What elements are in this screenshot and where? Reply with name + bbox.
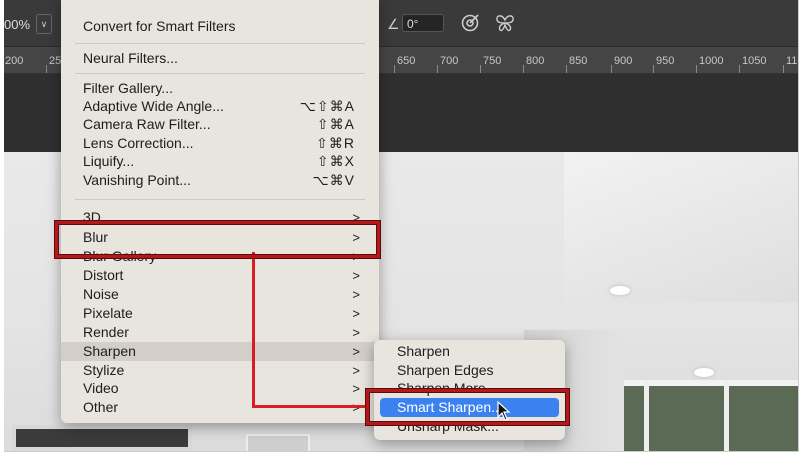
menu-item-video[interactable]: Video >	[61, 379, 379, 398]
window-frame	[724, 380, 729, 451]
chevron-right-icon: >	[352, 268, 360, 283]
menu-item-shortcut: ⇧⌘X	[316, 153, 355, 169]
chevron-right-icon: >	[352, 325, 360, 340]
menu-item-label: Filter Gallery...	[83, 80, 173, 96]
zoom-control[interactable]: 00% ∨	[4, 14, 53, 34]
menu-item-label: Neural Filters...	[83, 50, 178, 66]
butterfly-icon[interactable]	[494, 12, 516, 34]
connector-line	[252, 252, 255, 408]
chevron-right-icon: >	[352, 363, 360, 378]
menu-item-neural-filters[interactable]: Neural Filters...	[61, 49, 379, 68]
ruler-tick-mark	[696, 65, 697, 73]
connector-line	[252, 405, 370, 408]
menu-item-stylize[interactable]: Stylize >	[61, 361, 379, 380]
submenu-item-sharpen-edges[interactable]: Sharpen Edges	[380, 361, 559, 380]
menu-item-distort[interactable]: Distort >	[61, 266, 379, 285]
ruler-tick-label: 700	[440, 55, 459, 67]
ruler-tick-label: 110	[786, 55, 798, 67]
menu-item-label: Other	[83, 399, 119, 415]
zoom-value: 00%	[4, 16, 31, 32]
menu-item-vanishing-point[interactable]: Vanishing Point... ⌥⌘V	[61, 171, 379, 190]
ruler-tick-label: 750	[483, 55, 502, 67]
menu-item-shortcut: ⌥⇧⌘A	[299, 98, 355, 114]
ruler-tick-label: 850	[569, 55, 588, 67]
chevron-right-icon: >	[352, 344, 360, 359]
ceiling-beam	[564, 152, 798, 302]
angle-icon: ∠	[387, 16, 400, 32]
menu-item-filter-gallery[interactable]: Filter Gallery...	[61, 79, 379, 98]
menu-item-liquify[interactable]: Liquify... ⇧⌘X	[61, 152, 379, 171]
ruler-tick-label: 1000	[699, 55, 724, 67]
menu-item-convert-smart-filters[interactable]: Convert for Smart Filters	[61, 17, 379, 36]
ruler-tick-mark	[523, 65, 524, 73]
ceiling-light	[610, 286, 630, 295]
ruler-tick-mark	[611, 65, 612, 73]
mouse-pointer-icon	[497, 401, 511, 421]
submenu-item-sharpen[interactable]: Sharpen	[380, 342, 559, 361]
ruler-tick-label: 650	[397, 55, 416, 67]
chevron-right-icon: >	[352, 306, 360, 321]
target-icon[interactable]	[459, 12, 481, 34]
angle-field[interactable]: 0°	[402, 14, 444, 32]
ruler-tick-mark	[566, 65, 567, 73]
menu-item-camera-raw-filter[interactable]: Camera Raw Filter... ⇧⌘A	[61, 115, 379, 134]
menu-item-render[interactable]: Render >	[61, 323, 379, 342]
submenu-item-label: Sharpen Edges	[397, 362, 494, 378]
menu-item-shortcut: ⇧⌘R	[316, 135, 355, 151]
filter-menu: Convert for Smart Filters Neural Filters…	[61, 0, 379, 423]
ruler-tick-label: 950	[656, 55, 675, 67]
ruler-tick-label: 200	[5, 55, 24, 67]
highlight-box-blur	[55, 221, 380, 258]
ruler-tick-label: 900	[614, 55, 633, 67]
submenu-item-label: Sharpen	[397, 343, 450, 359]
menu-item-label: Noise	[83, 286, 119, 302]
ruler-tick-mark	[653, 65, 654, 73]
ruler-tick-label: 1050	[742, 55, 767, 67]
ruler-tick-mark	[46, 65, 47, 73]
ceiling-light	[694, 368, 714, 377]
menu-item-label: Adaptive Wide Angle...	[83, 98, 224, 114]
menu-item-label: Lens Correction...	[83, 135, 194, 151]
menu-item-label: Video	[83, 380, 119, 396]
ruler-tick-mark	[394, 65, 395, 73]
wall-picture	[246, 434, 310, 451]
menu-separator	[75, 43, 365, 44]
wall-picture	[12, 425, 192, 451]
window	[624, 380, 798, 451]
menu-item-pixelate[interactable]: Pixelate >	[61, 304, 379, 323]
menu-item-adaptive-wide-angle[interactable]: Adaptive Wide Angle... ⌥⇧⌘A	[61, 97, 379, 116]
ruler-tick-mark	[437, 65, 438, 73]
menu-item-lens-correction[interactable]: Lens Correction... ⇧⌘R	[61, 134, 379, 153]
chevron-right-icon: >	[352, 287, 360, 302]
ruler-tick-label: 800	[526, 55, 545, 67]
menu-item-label: Convert for Smart Filters	[83, 18, 236, 34]
menu-item-label: Render	[83, 324, 129, 340]
ruler-tick-mark	[783, 65, 784, 73]
menu-item-label: Pixelate	[83, 305, 133, 321]
window-frame	[644, 380, 649, 451]
chevron-down-icon[interactable]: ∨	[36, 14, 53, 34]
menu-item-shortcut: ⇧⌘A	[316, 116, 355, 132]
menu-separator	[75, 199, 365, 200]
menu-item-label: Stylize	[83, 362, 125, 378]
menu-item-label: Distort	[83, 267, 124, 283]
menu-item-label: Sharpen	[83, 343, 136, 359]
menu-item-sharpen[interactable]: Sharpen >	[61, 342, 379, 361]
ruler-tick-mark	[739, 65, 740, 73]
chevron-right-icon: >	[352, 381, 360, 396]
menu-item-noise[interactable]: Noise >	[61, 285, 379, 304]
highlight-box-smart-sharpen	[366, 389, 569, 425]
menu-item-label: Vanishing Point...	[83, 172, 191, 188]
menu-separator	[75, 73, 365, 74]
menu-item-shortcut: ⌥⌘V	[312, 172, 355, 188]
ruler-tick-mark	[480, 65, 481, 73]
menu-item-label: Liquify...	[83, 153, 135, 169]
menu-item-label: Camera Raw Filter...	[83, 116, 211, 132]
ruler-tick-label: 25	[49, 55, 62, 67]
